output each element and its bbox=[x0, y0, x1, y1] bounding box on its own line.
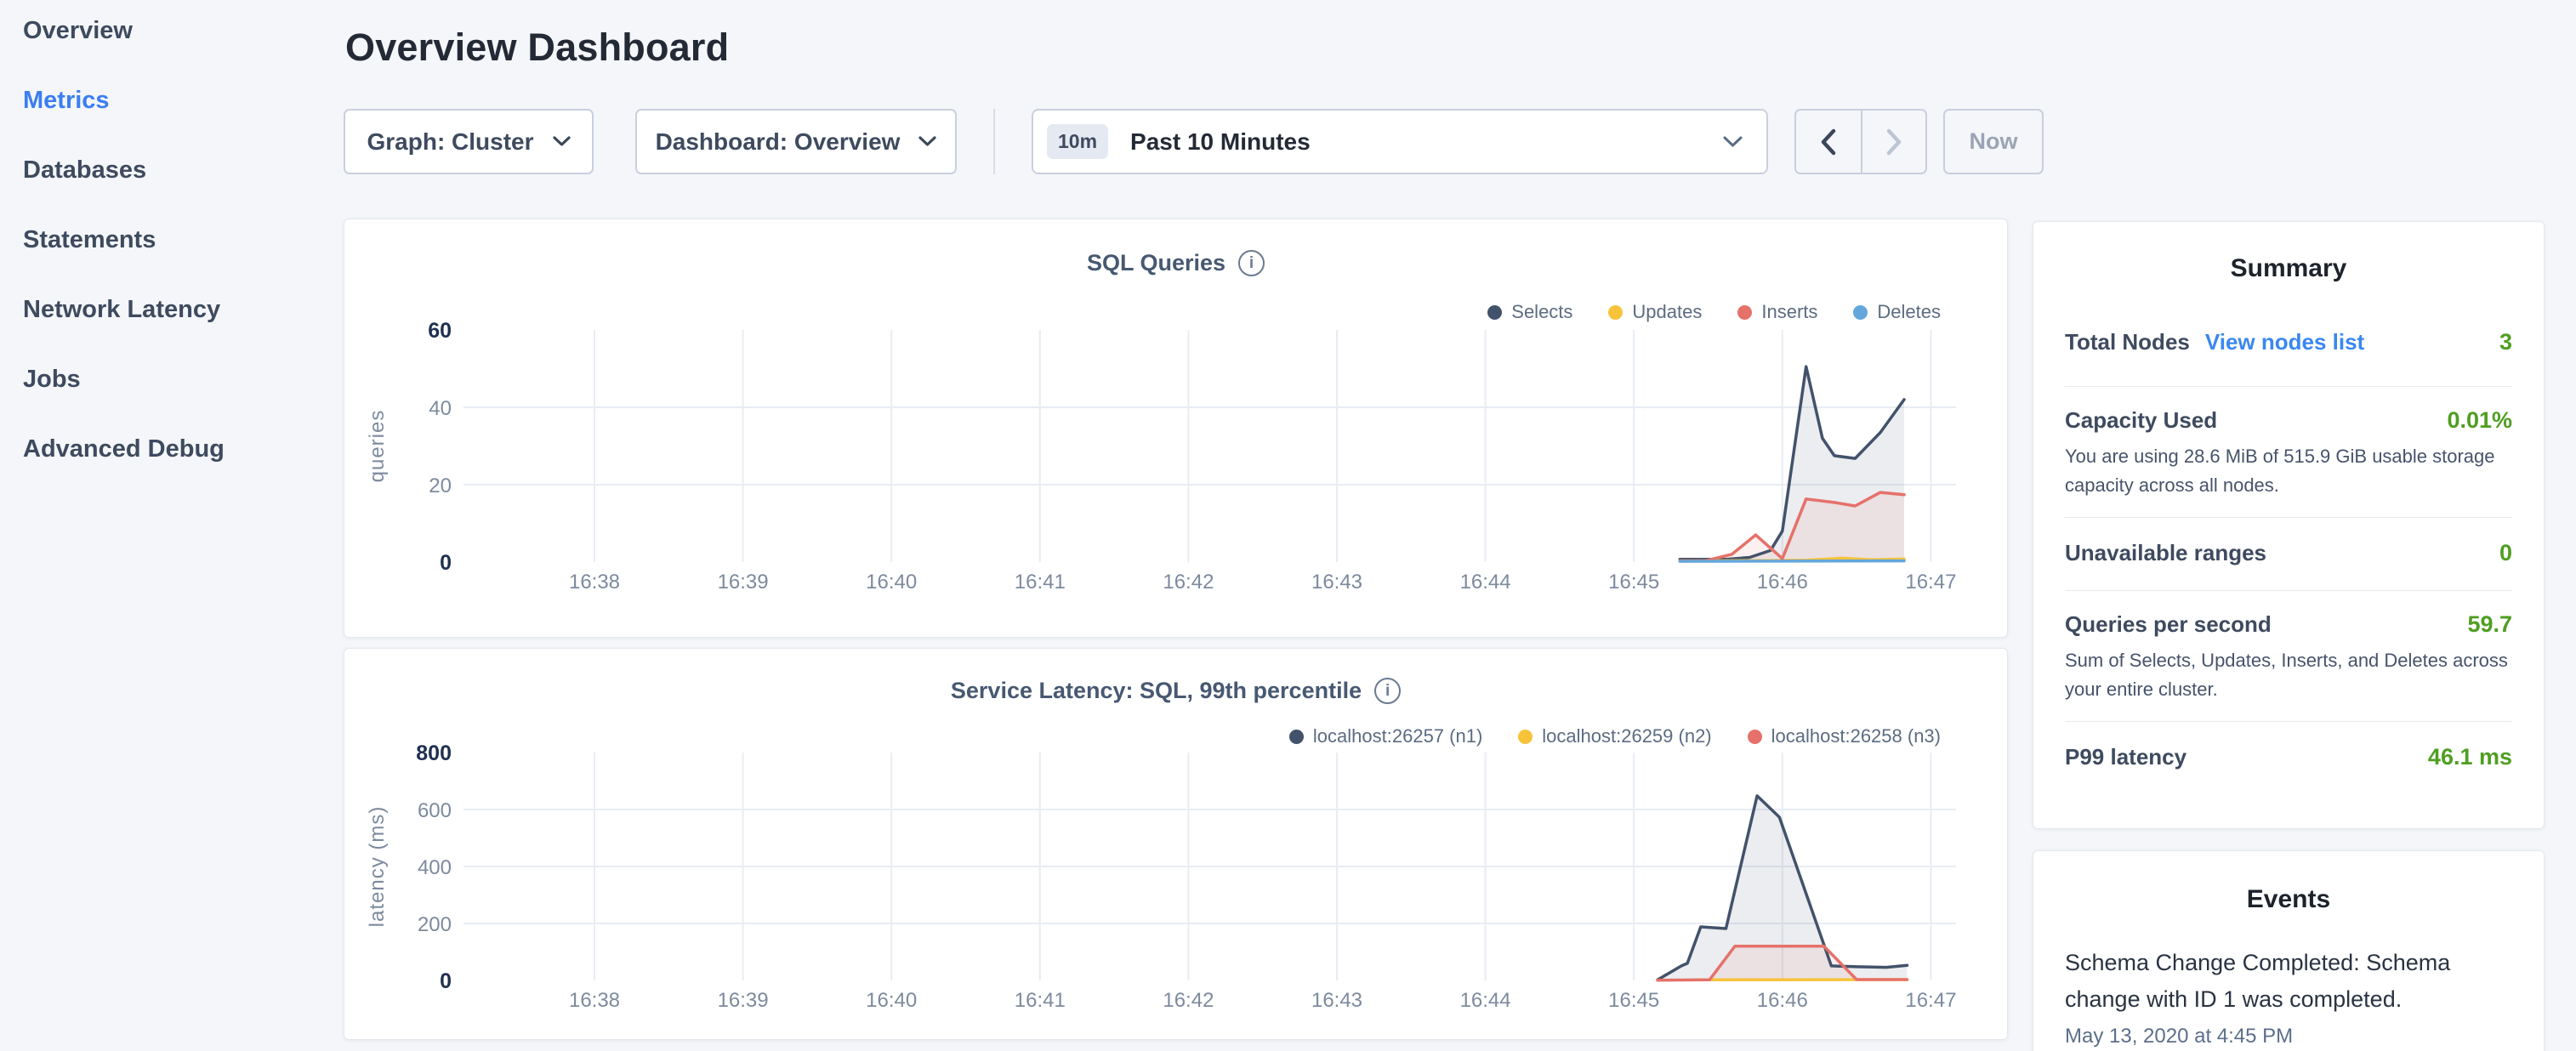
x-tick-label: 16:45 bbox=[1608, 571, 1659, 594]
x-tick-label: 16:43 bbox=[1311, 571, 1362, 594]
sidebar-item-metrics[interactable]: Metrics bbox=[23, 85, 344, 116]
y-axis-title: latency (ms) bbox=[366, 806, 389, 928]
chevron-left-icon bbox=[1819, 128, 1838, 156]
x-tick-label: 16:41 bbox=[1015, 571, 1066, 594]
view-nodes-list-link[interactable]: View nodes list bbox=[2205, 329, 2364, 355]
x-tick-label: 16:40 bbox=[866, 989, 917, 1012]
graph-dropdown-label: Graph: Cluster bbox=[367, 128, 533, 156]
time-range-label: Past 10 Minutes bbox=[1130, 128, 1311, 156]
events-panel: Events Schema Change Completed: Schema c… bbox=[2033, 850, 2545, 1051]
y-tick-label: 600 bbox=[418, 799, 452, 822]
dashboard-dropdown-label: Dashboard: Overview bbox=[656, 128, 901, 156]
events-title: Events bbox=[2033, 885, 2544, 914]
summary-label: Unavailable ranges bbox=[2065, 540, 2266, 566]
chevron-down-icon bbox=[1723, 136, 1743, 148]
dashboard-dropdown[interactable]: Dashboard: Overview bbox=[635, 109, 957, 174]
x-tick-label: 16:44 bbox=[1460, 989, 1511, 1012]
x-tick-label: 16:46 bbox=[1757, 571, 1808, 594]
summary-value: 0 bbox=[2499, 540, 2512, 566]
summary-value: 0.01% bbox=[2447, 407, 2512, 434]
x-tick-label: 16:47 bbox=[1905, 571, 1956, 594]
x-tick-label: 16:43 bbox=[1311, 989, 1362, 1012]
y-tick-label: 60 bbox=[428, 319, 452, 343]
page-title: Overview Dashboard bbox=[345, 26, 729, 70]
event-timestamp: May 13, 2020 at 4:45 PM bbox=[2065, 1025, 2512, 1048]
chevron-right-icon bbox=[1885, 128, 1903, 156]
time-forward-button[interactable] bbox=[1861, 111, 1925, 173]
x-tick-label: 16:39 bbox=[718, 989, 769, 1012]
summary-row-unavailable-ranges: Unavailable ranges 0 bbox=[2065, 518, 2512, 591]
x-tick-label: 16:45 bbox=[1608, 989, 1659, 1012]
summary-value: 46.1 ms bbox=[2428, 744, 2512, 770]
summary-subtext: Sum of Selects, Updates, Inserts, and De… bbox=[2065, 646, 2512, 704]
summary-row-p99-latency: P99 latency 46.1 ms bbox=[2065, 722, 2512, 796]
chevron-down-icon bbox=[918, 136, 936, 147]
summary-row-total-nodes: Total Nodes View nodes list 3 bbox=[2065, 302, 2512, 387]
sidebar: Overview Metrics Databases Statements Ne… bbox=[0, 0, 344, 1051]
time-range-picker[interactable]: 10m Past 10 Minutes bbox=[1032, 109, 1768, 174]
event-text: Schema Change Completed: Schema change w… bbox=[2065, 945, 2473, 1018]
summary-row-queries-per-second: Queries per second 59.7 Sum of Selects, … bbox=[2065, 591, 2512, 722]
graph-dropdown[interactable]: Graph: Cluster bbox=[344, 109, 594, 174]
sidebar-item-overview[interactable]: Overview bbox=[23, 15, 344, 46]
y-tick-label: 20 bbox=[429, 474, 452, 497]
series-line bbox=[1680, 561, 1904, 562]
time-range-badge: 10m bbox=[1047, 124, 1108, 159]
summary-label: Queries per second bbox=[2065, 611, 2272, 638]
events-body: Schema Change Completed: Schema change w… bbox=[2033, 945, 2544, 1048]
summary-title: Summary bbox=[2033, 254, 2544, 283]
time-back-button[interactable] bbox=[1796, 111, 1861, 173]
metrics-page: Overview Metrics Databases Statements Ne… bbox=[0, 0, 2576, 1051]
service-latency-chart[interactable]: 16:38 16:39 16:40 16:41 16:42 16:43 16:44 16:45… bbox=[344, 649, 2009, 1041]
y-tick-label: 0 bbox=[440, 969, 452, 993]
y-tick-label: 40 bbox=[429, 397, 452, 420]
dashboard-controls: Graph: Cluster Dashboard: Overview 10m P… bbox=[344, 109, 2044, 174]
x-tick-label: 16:47 bbox=[1905, 989, 1956, 1012]
sidebar-item-network-latency[interactable]: Network Latency bbox=[23, 294, 344, 325]
sidebar-item-advanced-debug[interactable]: Advanced Debug bbox=[23, 434, 344, 464]
x-tick-label: 16:40 bbox=[866, 571, 917, 594]
summary-panel: Summary Total Nodes View nodes list 3 Ca… bbox=[2033, 221, 2545, 829]
sql-queries-chart-card: SQL Queries i SelectsUpdatesInsertsDelet… bbox=[344, 219, 2008, 638]
sidebar-item-jobs[interactable]: Jobs bbox=[23, 364, 344, 395]
x-tick-label: 16:46 bbox=[1757, 989, 1808, 1012]
x-tick-label: 16:42 bbox=[1163, 571, 1214, 594]
x-tick-label: 16:42 bbox=[1163, 989, 1214, 1012]
y-tick-label: 800 bbox=[416, 741, 452, 765]
controls-divider bbox=[993, 109, 995, 174]
sidebar-item-databases[interactable]: Databases bbox=[23, 155, 344, 185]
y-axis-title: queries bbox=[366, 410, 389, 483]
summary-subtext: You are using 28.6 MiB of 515.9 GiB usab… bbox=[2065, 442, 2512, 500]
x-tick-label: 16:41 bbox=[1015, 989, 1066, 1012]
summary-label: P99 latency bbox=[2065, 744, 2186, 770]
x-tick-label: 16:39 bbox=[718, 571, 769, 594]
summary-body: Total Nodes View nodes list 3 Capacity U… bbox=[2033, 302, 2544, 796]
sql-queries-chart[interactable]: 16:38 16:39 16:40 16:41 16:42 16:43 16:44 16:45… bbox=[344, 219, 2009, 639]
y-tick-label: 400 bbox=[418, 856, 452, 879]
x-tick-label: 16:38 bbox=[569, 989, 620, 1012]
now-button[interactable]: Now bbox=[1943, 109, 2044, 174]
sidebar-item-statements[interactable]: Statements bbox=[23, 224, 344, 255]
time-window-pager bbox=[1794, 109, 1927, 174]
chevron-down-icon bbox=[553, 136, 571, 147]
x-tick-label: 16:38 bbox=[569, 571, 620, 594]
y-tick-label: 0 bbox=[440, 551, 452, 575]
summary-label: Total Nodes bbox=[2065, 329, 2190, 355]
y-tick-label: 200 bbox=[418, 913, 452, 936]
summary-value: 3 bbox=[2499, 329, 2512, 355]
summary-row-capacity-used: Capacity Used 0.01% You are using 28.6 M… bbox=[2065, 387, 2512, 518]
summary-label: Capacity Used bbox=[2065, 407, 2217, 434]
x-tick-label: 16:44 bbox=[1460, 571, 1511, 594]
service-latency-chart-card: Service Latency: SQL, 99th percentile i … bbox=[344, 648, 2008, 1040]
summary-value: 59.7 bbox=[2467, 611, 2512, 638]
